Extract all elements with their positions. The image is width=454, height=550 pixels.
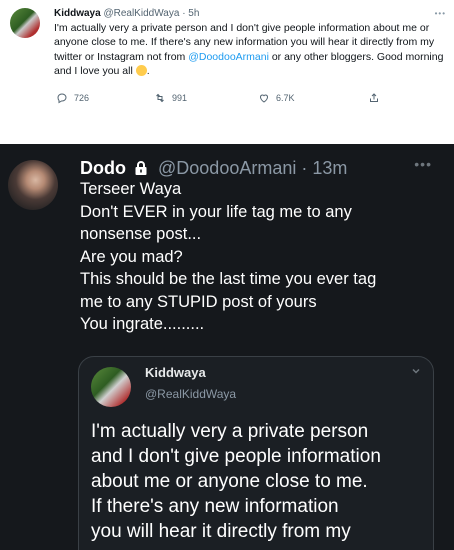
tweet-line: Don't EVER in your life tag me to any <box>80 202 352 221</box>
quote-line: I'm actually very a private person <box>91 421 369 442</box>
avatar[interactable] <box>10 8 40 38</box>
tweet-line: This should be the last time you ever ta… <box>80 270 377 288</box>
retweet-icon <box>156 93 164 103</box>
separator <box>0 118 454 144</box>
timestamp: 13m <box>312 158 348 178</box>
tweet-line: Are you mad? <box>80 247 183 266</box>
reply-icon <box>57 93 67 104</box>
tweet-actions: 726 991 6.7K <box>54 91 414 105</box>
reply-button[interactable]: 726 <box>56 91 89 105</box>
tweet-line: nonsense post... <box>80 225 202 243</box>
avatar <box>8 160 58 210</box>
quote-line: about me or anyone close to me. <box>91 471 368 492</box>
reply-count: 726 <box>74 93 90 103</box>
top-tweet[interactable]: Kiddwaya @RealKiddWaya · 5h ••• I'm actu… <box>0 0 454 118</box>
quote-line: you will hear it directly from my <box>91 521 351 542</box>
quoted-screenshot-tweet: Dodo @DoodooArmani · 13m ••• Terseer Way… <box>0 144 454 550</box>
quote-line: If there's any new information <box>91 496 339 517</box>
tweet-text: I'm actually very a private person and I… <box>54 22 444 77</box>
display-name: Kiddwaya <box>145 365 206 380</box>
like-icon <box>259 94 269 103</box>
smiling-face-emoji-icon <box>135 64 147 76</box>
lock-icon <box>135 161 147 175</box>
handle[interactable]: @RealKiddWaya <box>103 8 179 19</box>
tweet-header: Dodo @DoodooArmani · 13m <box>80 158 348 178</box>
timestamp[interactable]: 5h <box>188 8 199 19</box>
handle: @DoodooArmani <box>158 158 297 178</box>
share-button[interactable] <box>368 91 380 105</box>
quote-text: I'm actually very a private person and I… <box>91 419 427 544</box>
display-name: Dodo <box>80 158 126 178</box>
retweet-count: 991 <box>172 93 188 103</box>
retweet-button[interactable]: 991 <box>154 91 187 105</box>
embedded-quote-tweet: Kiddwaya @RealKiddWaya I'm actually very… <box>78 356 434 550</box>
quote-line: and I don't give people information <box>91 446 381 467</box>
like-count: 6.7K <box>276 93 295 103</box>
like-button[interactable]: 6.7K <box>258 91 295 105</box>
tweet-line: You ingrate......... <box>80 315 205 333</box>
tweet-line: me to any STUPID post of yours <box>80 292 317 311</box>
tweet-text: Terseer Waya Don't EVER in your life tag… <box>80 178 446 336</box>
tweet-header: Kiddwaya @RealKiddWaya · 5h <box>54 8 200 19</box>
chevron-down-icon <box>412 368 420 374</box>
handle: @RealKiddWaya <box>145 387 237 401</box>
share-icon <box>370 93 378 102</box>
more-options-icon: ••• <box>414 156 432 172</box>
tweet-line: Terseer Waya <box>80 180 182 198</box>
display-name[interactable]: Kiddwaya <box>54 8 101 19</box>
avatar <box>91 367 131 407</box>
mention-link[interactable]: @DoodooArmani <box>188 51 269 63</box>
more-options-icon[interactable]: ••• <box>435 9 446 18</box>
